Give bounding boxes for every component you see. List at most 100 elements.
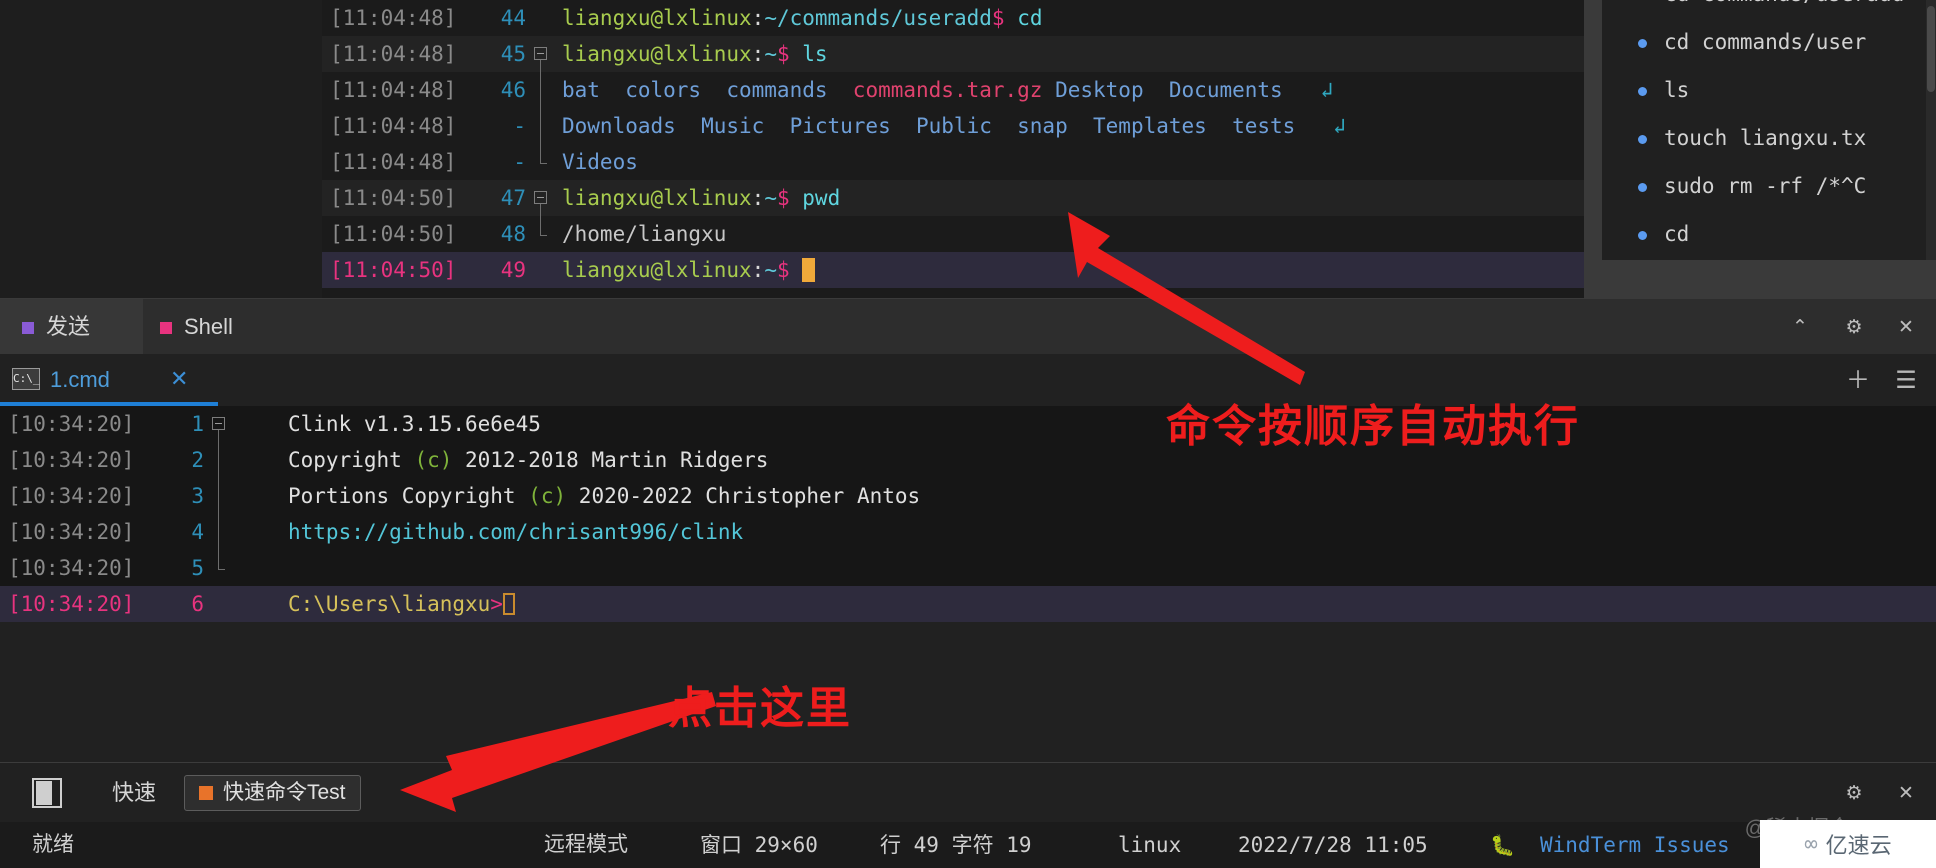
command-list-item-label: cd commands/useradd	[1664, 0, 1904, 6]
tab-1-cmd[interactable]: C:\_ 1.cmd ✕	[0, 354, 218, 406]
pane-divider	[1584, 0, 1602, 298]
line-number: 6	[191, 592, 204, 616]
remote-terminal-output[interactable]: [11:04:48] 44 liangxu@lxlinux:~/commands/u…	[322, 0, 1584, 298]
text-span: ls	[802, 42, 828, 66]
send-shell-toolbar: 发送 Shell ⌃ ⚙ ✕	[0, 298, 1936, 355]
line-number: 44	[500, 6, 526, 30]
fold-collapse-icon[interactable]	[212, 417, 225, 430]
console-icon: C:\_	[12, 368, 40, 390]
fold-guide-end	[540, 163, 547, 164]
status-os: linux	[1118, 833, 1182, 857]
terminal-empty-area[interactable]	[0, 622, 1936, 762]
panel-background-filler	[1602, 260, 1936, 298]
text-span: Videos	[562, 150, 638, 174]
line-number: -	[513, 150, 526, 174]
cmd-tab-bar: C:\_ 1.cmd ✕ ＋ ☰	[0, 354, 1936, 406]
line-timestamp: [11:04:50]	[330, 186, 457, 210]
line-timestamp: [11:04:50]	[330, 258, 457, 282]
line-text: https://github.com/chrisant996/clink	[288, 514, 743, 550]
text-span: liangxu@lxlinux	[562, 6, 752, 30]
status-window-size: 窗口 29×60	[700, 833, 818, 857]
line-text: /home/liangxu	[562, 216, 726, 252]
command-list-item[interactable]: cd commands/useradd	[1602, 0, 1936, 18]
quick-command-test-button[interactable]: 快速命令Test	[184, 775, 361, 811]
fold-collapse-icon[interactable]	[534, 47, 547, 60]
fold-guide	[540, 60, 541, 72]
remote-terminal-line: [11:04:50] 47 liangxu@lxlinux:~$ pwd	[322, 180, 1584, 216]
status-cursor-position: 行 49 字符 19	[880, 833, 1032, 857]
gear-icon[interactable]: ⚙	[1834, 299, 1874, 355]
line-timestamp: [11:04:48]	[330, 78, 457, 102]
text-span: $	[776, 186, 790, 210]
text-span: pwd	[802, 186, 841, 210]
line-timestamp: [10:34:20]	[8, 484, 135, 508]
text-span: :	[751, 258, 765, 282]
command-list-item[interactable]: ls	[1602, 66, 1936, 114]
quick-command-test-label: 快速命令Test	[223, 781, 346, 804]
line-number: 47	[500, 186, 526, 210]
line-number: 4	[191, 520, 204, 544]
quick-command-marker-icon	[199, 786, 213, 801]
close-icon[interactable]: ✕	[1886, 299, 1926, 355]
remote-terminal-line: [11:04:48] 45 liangxu@lxlinux:~$ ls	[322, 36, 1584, 72]
text-span: ↲	[1320, 78, 1334, 102]
quick-bar-label: 快速	[112, 780, 157, 805]
line-timestamp: [10:34:20]	[8, 448, 135, 472]
text-span	[790, 186, 803, 210]
fold-guide-end	[540, 235, 547, 236]
line-number: 5	[191, 556, 204, 580]
local-terminal-line: [10:34:20] 4 https://github.com/chrisant99…	[0, 514, 1936, 550]
tab-1-cmd-label: 1.cmd	[50, 367, 110, 392]
text-span: ~/commands/useradd	[764, 6, 992, 30]
annotation-click-here: 点击这里	[668, 684, 852, 733]
text-span: 2012-2018 Martin Ridgers	[452, 448, 769, 472]
line-text: Videos	[562, 144, 638, 180]
windterm-issues-link[interactable]: WindTerm Issues	[1540, 822, 1730, 868]
hamburger-menu-icon[interactable]: ☰	[1886, 354, 1926, 406]
text-span: Downloads Music Pictures Public snap Tem…	[562, 114, 1334, 138]
command-list-item[interactable]: sudo rm -rf /*^C	[1602, 162, 1936, 210]
remote-terminal-line: [11:04:48] 44 liangxu@lxlinux:~/commands/u…	[322, 0, 1584, 36]
remote-terminal-pane[interactable]: [11:04:48] 44 liangxu@lxlinux:~/commands/u…	[0, 0, 1936, 298]
tab-close-icon[interactable]: ✕	[170, 354, 188, 406]
command-list-item-label: cd commands/user	[1664, 30, 1867, 54]
remote-terminal-line: [11:04:48] 46 bat colors commands commands…	[322, 72, 1584, 108]
tab-send[interactable]: 发送	[0, 299, 143, 355]
text-span: https://github.com/chrisant996/clink	[288, 520, 744, 544]
text-span: :	[751, 186, 765, 210]
status-mode: 远程模式	[544, 833, 628, 856]
line-timestamp: [10:34:20]	[8, 520, 135, 544]
command-list-item[interactable]: cd commands/user	[1602, 18, 1936, 66]
local-terminal-output[interactable]: [10:34:20] 1 Clink v1.3.15.6e6e45 [10:34:20…	[0, 406, 1936, 622]
annotation-auto-execute: 命令按顺序自动执行	[1166, 402, 1580, 451]
new-tab-icon[interactable]: ＋	[1838, 354, 1878, 406]
bullet-icon	[1638, 183, 1647, 192]
fold-guide	[218, 430, 219, 442]
line-text: bat colors commands commands.tar.gz Desk…	[562, 72, 1333, 108]
quickbar-close-icon[interactable]: ✕	[1886, 763, 1926, 823]
status-ready: 就绪	[32, 833, 74, 856]
tab-shell-label: Shell	[184, 314, 233, 339]
line-text: liangxu@lxlinux:~$	[562, 252, 816, 288]
tab-shell[interactable]: Shell	[160, 299, 233, 355]
line-text: Clink v1.3.15.6e6e45	[288, 406, 541, 442]
fold-guide	[540, 204, 541, 216]
local-terminal-line: [10:34:20] 6 C:\Users\liangxu>	[0, 586, 1936, 622]
line-text: liangxu@lxlinux:~/commands/useradd$ cd	[562, 0, 1043, 36]
status-datetime: 2022/7/28 11:05	[1238, 833, 1428, 857]
text-span: commands.tar.gz	[852, 78, 1043, 102]
remote-terminal-line: [11:04:48] - Downloads Music Pictures Publ…	[322, 108, 1584, 144]
tab-send-label: 发送	[46, 314, 91, 339]
fold-guide	[218, 442, 219, 478]
command-history-panel[interactable]: cd commands/useradd cd commands/user ls tou…	[1602, 0, 1936, 260]
command-list-item[interactable]: cd	[1602, 210, 1936, 258]
fold-collapse-icon[interactable]	[534, 191, 547, 204]
chevron-up-icon[interactable]: ⌃	[1780, 299, 1820, 355]
command-list-item[interactable]: touch liangxu.tx	[1602, 114, 1936, 162]
text-span: ~	[764, 258, 777, 282]
line-timestamp: [11:04:48]	[330, 42, 457, 66]
panel-toggle-icon[interactable]	[32, 778, 62, 808]
fold-guide	[218, 550, 219, 569]
text-span: 2020-2022 Christopher Antos	[566, 484, 921, 508]
text-span: :	[751, 42, 765, 66]
